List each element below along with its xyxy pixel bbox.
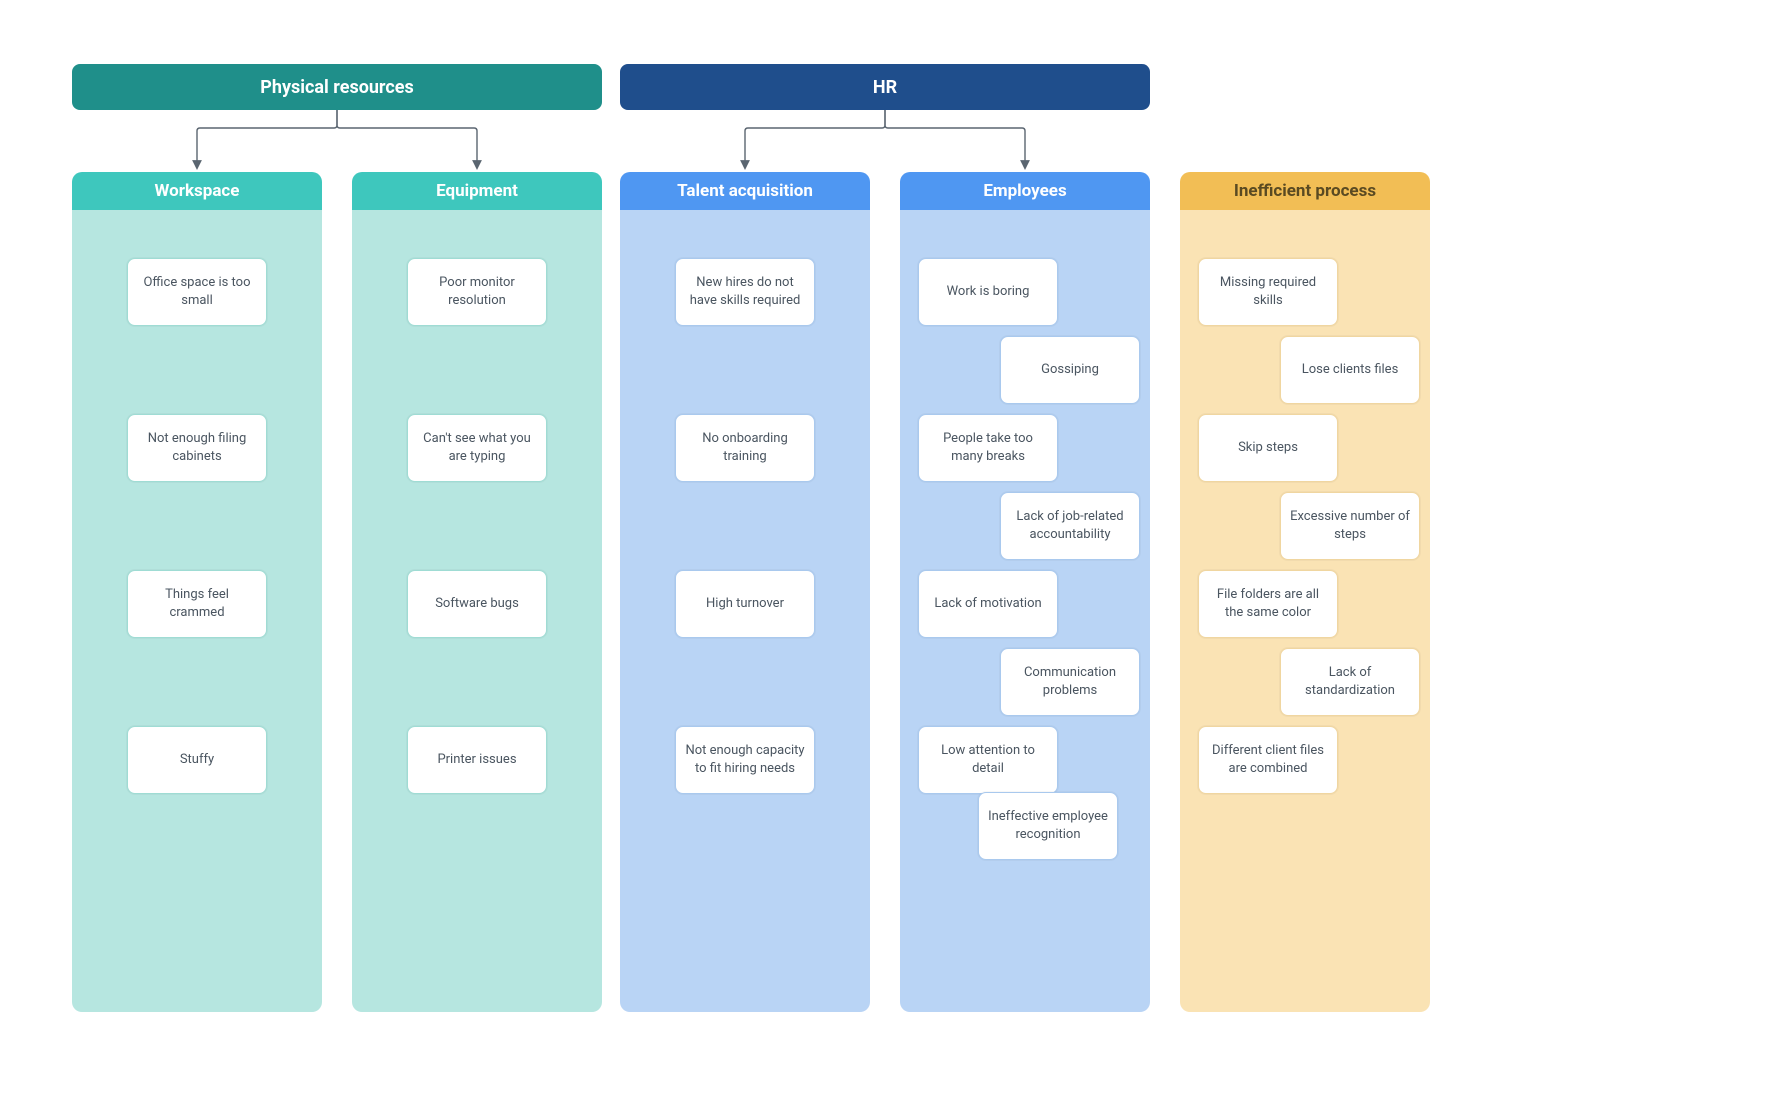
card: People take too many breaks bbox=[918, 414, 1058, 482]
card: Not enough filing cabinets bbox=[127, 414, 267, 482]
card: Lack of motivation bbox=[918, 570, 1058, 638]
card: Lack of job-related accountability bbox=[1000, 492, 1140, 560]
card: Can't see what you are typing bbox=[407, 414, 547, 482]
card: Stuffy bbox=[127, 726, 267, 794]
card: Excessive number of steps bbox=[1280, 492, 1420, 560]
column-inefficient: Inefficient process Missing required ski… bbox=[1180, 172, 1430, 1012]
column-header-talent: Talent acquisition bbox=[620, 172, 870, 210]
group-header-physical: Physical resources bbox=[72, 64, 602, 110]
column-header-employees: Employees bbox=[900, 172, 1150, 210]
card: Gossiping bbox=[1000, 336, 1140, 404]
column-header-inefficient: Inefficient process bbox=[1180, 172, 1430, 210]
card: Things feel crammed bbox=[127, 570, 267, 638]
column-header-equipment: Equipment bbox=[352, 172, 602, 210]
card: Lose clients files bbox=[1280, 336, 1420, 404]
card: Different client files are combined bbox=[1198, 726, 1338, 794]
card: Poor monitor resolution bbox=[407, 258, 547, 326]
card: File folders are all the same color bbox=[1198, 570, 1338, 638]
column-body-inefficient: Missing required skills Lose clients fil… bbox=[1180, 210, 1430, 1012]
card: Office space is too small bbox=[127, 258, 267, 326]
card: Skip steps bbox=[1198, 414, 1338, 482]
group-header-hr: HR bbox=[620, 64, 1150, 110]
card: Printer issues bbox=[407, 726, 547, 794]
column-talent: Talent acquisition New hires do not have… bbox=[620, 172, 870, 1012]
column-employees: Employees Work is boring Gossiping Peopl… bbox=[900, 172, 1150, 1012]
card: Software bugs bbox=[407, 570, 547, 638]
diagram-canvas: Physical resources HR Workspace Office s… bbox=[0, 0, 1769, 1106]
card: High turnover bbox=[675, 570, 815, 638]
card: Ineffective employee recognition bbox=[978, 792, 1118, 860]
column-body-talent: New hires do not have skills required No… bbox=[620, 210, 870, 1012]
column-body-employees: Work is boring Gossiping People take too… bbox=[900, 210, 1150, 1012]
card: Not enough capacity to fit hiring needs bbox=[675, 726, 815, 794]
card: Lack of standardization bbox=[1280, 648, 1420, 716]
card: Communication problems bbox=[1000, 648, 1140, 716]
column-body-workspace: Office space is too small Not enough fil… bbox=[72, 210, 322, 1012]
column-workspace: Workspace Office space is too small Not … bbox=[72, 172, 322, 1012]
column-header-workspace: Workspace bbox=[72, 172, 322, 210]
card: No onboarding training bbox=[675, 414, 815, 482]
card: Missing required skills bbox=[1198, 258, 1338, 326]
card: Work is boring bbox=[918, 258, 1058, 326]
card: New hires do not have skills required bbox=[675, 258, 815, 326]
column-equipment: Equipment Poor monitor resolution Can't … bbox=[352, 172, 602, 1012]
column-body-equipment: Poor monitor resolution Can't see what y… bbox=[352, 210, 602, 1012]
card: Low attention to detail bbox=[918, 726, 1058, 794]
